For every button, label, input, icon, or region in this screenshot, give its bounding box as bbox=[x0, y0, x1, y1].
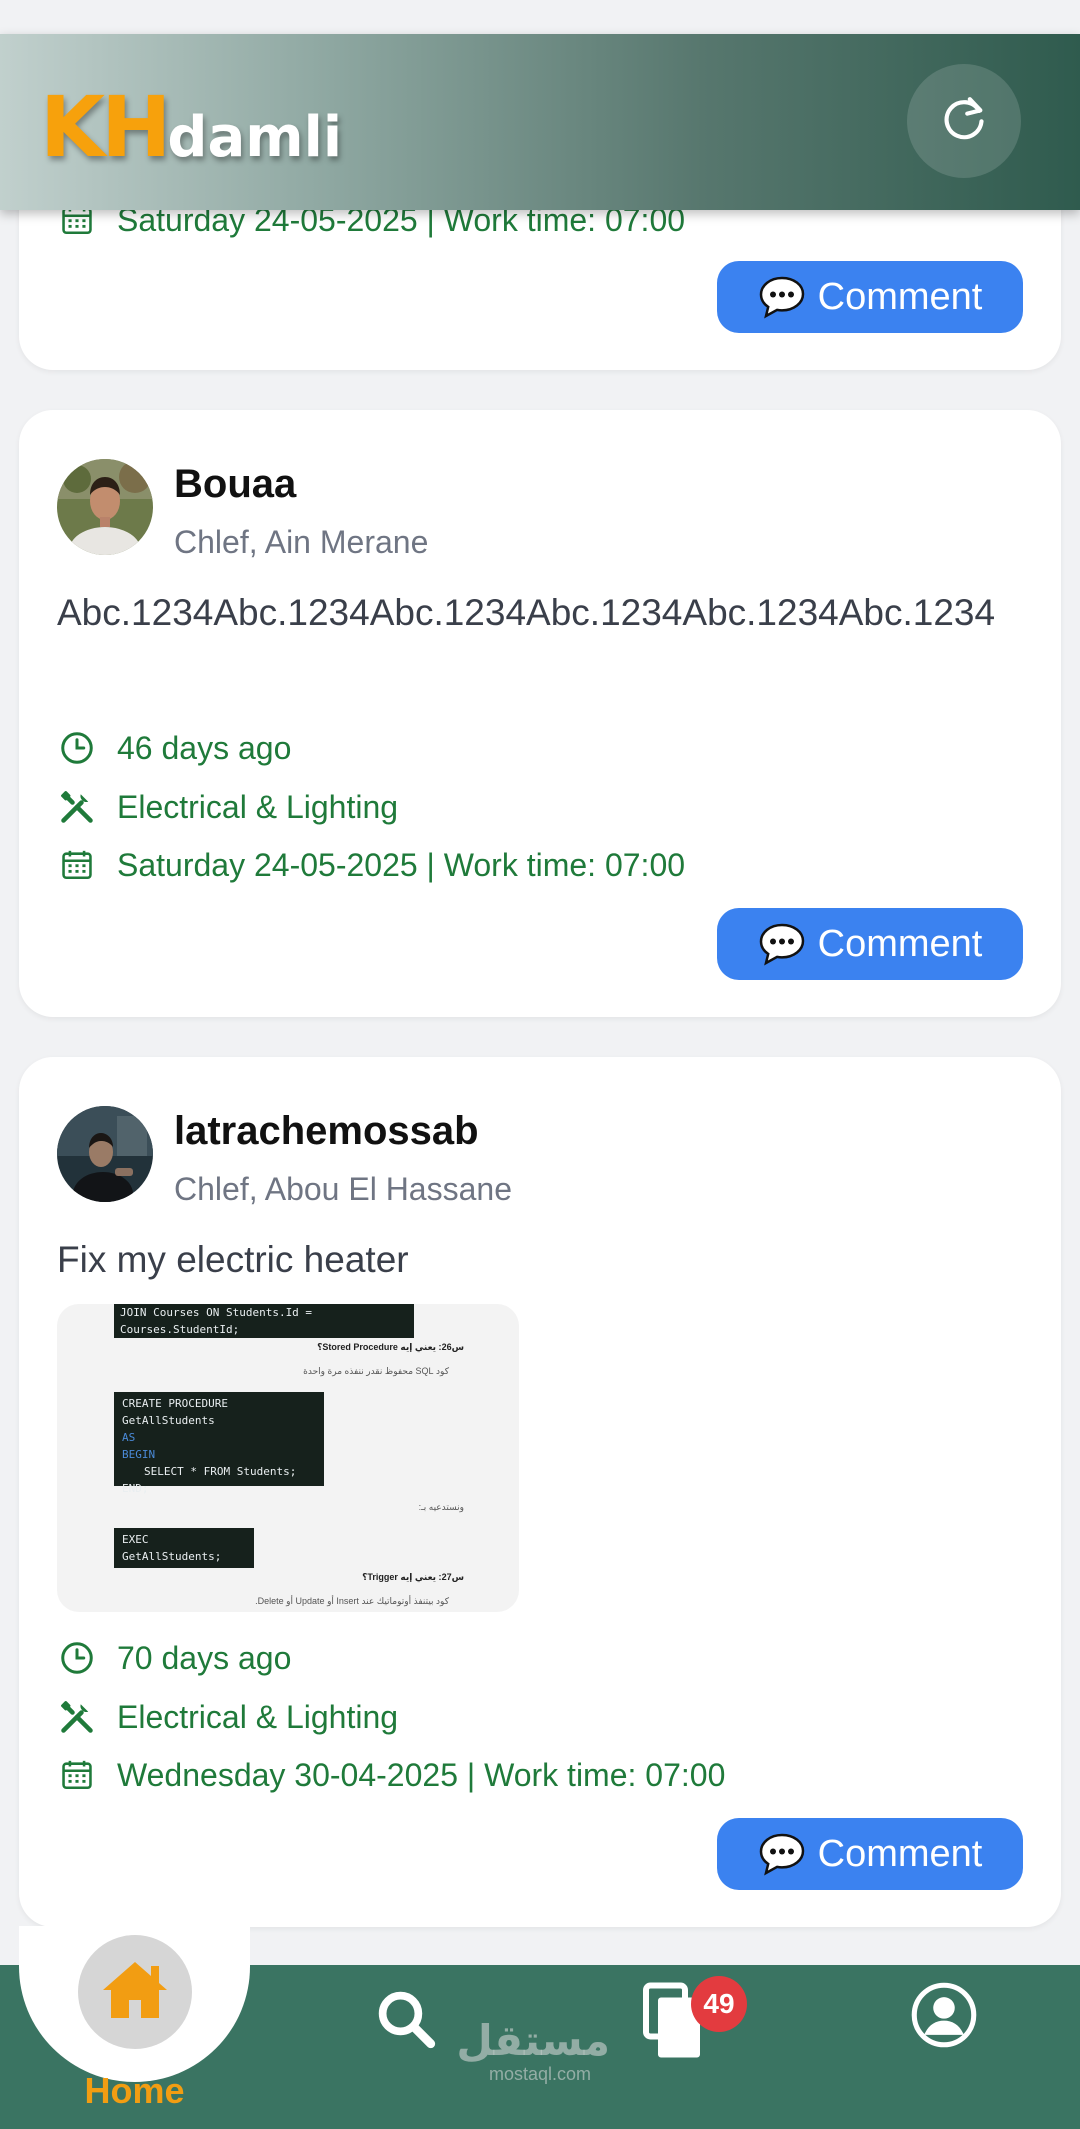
image-bullet: كود SQL محفوظ نقدر ننفذه مرة واحدة bbox=[303, 1366, 449, 1376]
post-time-text: 46 days ago bbox=[117, 729, 292, 766]
user-avatar[interactable] bbox=[57, 459, 153, 555]
image-code-text: EXEC GetAllStudents; bbox=[122, 1533, 222, 1563]
home-label[interactable]: Home bbox=[19, 2070, 250, 2112]
chat-bubble-icon bbox=[758, 922, 806, 966]
watermark-arabic: مستقل bbox=[456, 2017, 610, 2064]
home-icon bbox=[99, 1958, 171, 2027]
comment-button-label: Comment bbox=[817, 275, 983, 318]
image-code-text: JOIN Courses ON Students.Id = Courses.St… bbox=[120, 1306, 313, 1336]
app-logo: KHdamli bbox=[40, 78, 342, 176]
home-button[interactable] bbox=[78, 1935, 192, 2049]
post-category-text: Electrical & Lighting bbox=[117, 788, 399, 825]
user-name[interactable]: Bouaa bbox=[174, 462, 296, 507]
user-location: Chlef, Abou El Hassane bbox=[174, 1171, 512, 1207]
watermark: مستقل mostaql.com bbox=[456, 2017, 610, 2085]
image-code-text: AS bbox=[122, 1431, 136, 1444]
post-date-row: Saturday 24-05-2025 | Work time: 07:00 bbox=[57, 843, 685, 887]
orders-badge: 49 bbox=[691, 1976, 747, 2032]
user-name[interactable]: latrachemossab bbox=[174, 1109, 479, 1154]
post-time-row: 70 days ago bbox=[57, 1636, 291, 1680]
image-code-text: BEGIN bbox=[122, 1448, 156, 1461]
image-code-text: CREATE PROCEDURE GetAllStudents bbox=[122, 1397, 228, 1427]
user-location: Chlef, Ain Merane bbox=[174, 524, 429, 560]
watermark-url: mostaql.com bbox=[488, 2064, 592, 2084]
user-avatar[interactable] bbox=[57, 1106, 153, 1202]
post-description: Fix my electric heater bbox=[57, 1239, 409, 1280]
chat-bubble-icon bbox=[758, 275, 806, 319]
search-icon bbox=[373, 1986, 439, 2057]
post-image[interactable]: JOIN Courses ON Students.Id = Courses.St… bbox=[57, 1304, 519, 1612]
clock-icon bbox=[57, 728, 97, 768]
comment-button[interactable]: Comment bbox=[717, 261, 1023, 333]
image-code-line: JOIN Courses ON Students.Id = Courses.St… bbox=[114, 1304, 414, 1338]
image-heading: س27: يعني إيه Trigger؟ bbox=[362, 1572, 464, 1582]
post-description: Abc.1234Abc.1234Abc.1234Abc.1234Abc.1234… bbox=[57, 592, 996, 633]
post-card: latrachemossab Chlef, Abou El Hassane Fi… bbox=[19, 1057, 1061, 1927]
search-button[interactable] bbox=[370, 1985, 442, 2057]
image-code-block: CREATE PROCEDURE GetAllStudents AS BEGIN… bbox=[114, 1392, 324, 1495]
post-category-row: Electrical & Lighting bbox=[57, 1695, 398, 1739]
comment-button[interactable]: Comment bbox=[717, 1818, 1023, 1890]
tools-icon bbox=[57, 787, 97, 827]
profile-button[interactable] bbox=[908, 1981, 980, 2053]
tools-icon bbox=[57, 1697, 97, 1737]
post-card: Bouaa Chlef, Ain Merane Abc.1234Abc.1234… bbox=[19, 410, 1061, 1017]
app-header: KHdamli bbox=[0, 34, 1080, 210]
calendar-icon bbox=[57, 845, 97, 885]
post-date-row: Wednesday 30-04-2025 | Work time: 07:00 bbox=[57, 1753, 725, 1797]
post-category-row: Electrical & Lighting bbox=[57, 785, 398, 829]
user-circle-icon bbox=[910, 1981, 978, 2054]
post-date-text: Saturday 24-05-2025 | Work time: 07:00 bbox=[117, 846, 686, 883]
image-heading: س26: يعني إيه Stored Procedure؟ bbox=[317, 1342, 464, 1352]
post-category-text: Electrical & Lighting bbox=[117, 1698, 399, 1735]
refresh-button[interactable] bbox=[907, 64, 1021, 178]
image-note: ونستدعيه بـ: bbox=[418, 1502, 464, 1512]
logo-text: damli bbox=[167, 105, 343, 170]
image-code-text: END; bbox=[122, 1482, 149, 1495]
chat-bubble-icon bbox=[758, 1832, 806, 1876]
clock-icon bbox=[57, 1638, 97, 1678]
image-code-block: EXEC GetAllStudents; bbox=[114, 1528, 254, 1568]
image-bullet: كود بيتنفذ أوتوماتيك عند Insert أو Updat… bbox=[255, 1596, 449, 1606]
comment-button[interactable]: Comment bbox=[717, 908, 1023, 980]
post-date-text: Wednesday 30-04-2025 | Work time: 07:00 bbox=[117, 1756, 726, 1793]
comment-button-label: Comment bbox=[817, 1832, 983, 1875]
image-code-text: SELECT * FROM Students; bbox=[144, 1465, 297, 1478]
logo-kh: KH bbox=[40, 78, 171, 176]
post-time-text: 70 days ago bbox=[117, 1639, 292, 1676]
refresh-icon bbox=[936, 91, 992, 152]
comment-button-label: Comment bbox=[817, 922, 983, 965]
post-time-row: 46 days ago bbox=[57, 726, 291, 770]
calendar-icon bbox=[57, 1755, 97, 1795]
